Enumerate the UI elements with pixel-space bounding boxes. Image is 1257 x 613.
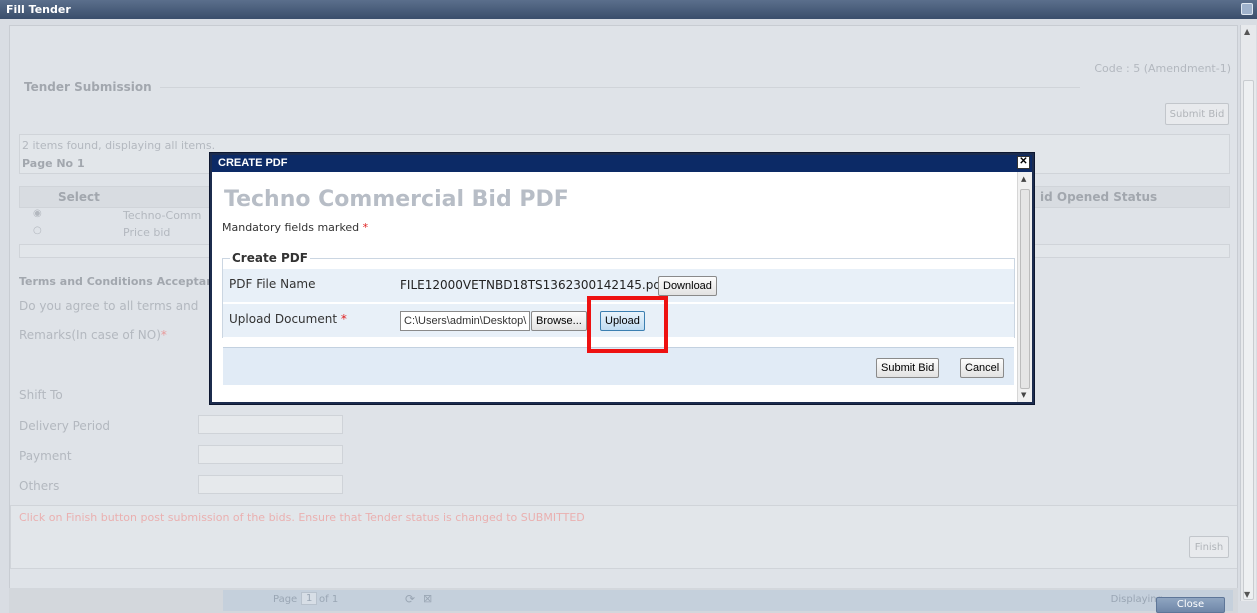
pager: Page 1 of 1 ⟳ ⊠ Displaying <box>223 590 1233 611</box>
pager-page-label: Page <box>273 594 298 605</box>
pdf-file-value: FILE12000VETNBD18TS1362300142145.pdf <box>400 278 666 292</box>
submit-bid-button[interactable]: Submit Bid <box>876 358 940 378</box>
finish-button[interactable]: Finish <box>1189 536 1229 558</box>
fieldset-legend: Create PDF <box>230 251 310 265</box>
others-label: Others <box>19 479 60 493</box>
scroll-down-icon[interactable]: ▼ <box>1244 590 1250 599</box>
window-title: Fill Tender <box>6 3 71 16</box>
dialog-scroll-thumb[interactable] <box>1020 189 1030 389</box>
dialog-title: CREATE PDF <box>218 157 288 169</box>
refresh-icon[interactable]: ⟳ <box>405 592 415 606</box>
file-path-input[interactable]: C:\Users\admin\Desktop\ <box>400 311 530 331</box>
table-row: Price bid <box>123 226 171 239</box>
dialog-heading: Techno Commercial Bid PDF <box>224 187 569 212</box>
pdf-file-label: PDF File Name <box>229 277 316 291</box>
delivery-period-input[interactable] <box>198 415 343 434</box>
others-input[interactable] <box>198 475 343 494</box>
page-number: Page No 1 <box>22 157 85 170</box>
window-close-button[interactable]: Close <box>1156 597 1225 613</box>
bottom-bar: Page 1 of 1 ⟳ ⊠ Displaying <box>9 588 1238 613</box>
col-bid-opened-status: id Opened Status <box>1040 190 1158 204</box>
scroll-up-icon[interactable]: ▲ <box>1244 27 1250 36</box>
download-button[interactable]: Download <box>658 276 717 296</box>
scroll-thumb[interactable] <box>1243 80 1254 600</box>
pager-of-label: of 1 <box>319 594 339 605</box>
window-menu-icon[interactable] <box>1241 3 1253 15</box>
pager-page-input[interactable]: 1 <box>301 592 318 605</box>
mandatory-note: Mandatory fields marked * <box>222 221 369 234</box>
payment-label: Payment <box>19 449 72 463</box>
row-radio-2[interactable]: ○ <box>33 225 42 236</box>
section-divider <box>160 87 1080 88</box>
terms-question: Do you agree to all terms and <box>19 299 199 313</box>
export-icon[interactable]: ⊠ <box>423 592 432 605</box>
payment-input[interactable] <box>198 445 343 464</box>
col-select: Select <box>58 190 100 204</box>
dialog-title-bar: CREATE PDF ✕ <box>212 155 1032 172</box>
dialog-scroll-up-icon[interactable]: ▲ <box>1021 175 1026 183</box>
cancel-button[interactable]: Cancel <box>960 358 1005 378</box>
terms-title: Terms and Conditions Acceptan <box>19 275 215 288</box>
dialog-scroll-down-icon[interactable]: ▼ <box>1021 391 1026 399</box>
close-icon[interactable]: ✕ <box>1017 156 1030 169</box>
table-row: Techno-Comm <box>123 209 202 222</box>
tender-code: Code : 5 (Amendment-1) <box>1094 62 1231 75</box>
bg-submit-bid-button[interactable]: Submit Bid <box>1165 103 1229 125</box>
upload-document-label: Upload Document * <box>229 312 347 326</box>
create-pdf-dialog: CREATE PDF ✕ Techno Commercial Bid PDF M… <box>210 153 1034 404</box>
items-found-text: 2 items found, displaying all items. <box>22 139 216 152</box>
remarks-label: Remarks(In case of NO)* <box>19 328 167 342</box>
finish-note: Click on Finish button post submission o… <box>19 511 585 524</box>
delivery-period-label: Delivery Period <box>19 419 111 433</box>
section-title: Tender Submission <box>24 80 152 94</box>
window-title-bar: Fill Tender <box>0 0 1257 19</box>
browse-button[interactable]: Browse... <box>531 311 587 331</box>
row-radio-1[interactable]: ◉ <box>33 208 42 219</box>
dialog-scrollbar[interactable]: ▲ ▼ <box>1017 172 1032 402</box>
shift-to-label: Shift To <box>19 388 63 402</box>
page-scrollbar[interactable]: ▲ ▼ <box>1240 25 1256 601</box>
upload-highlight-box <box>587 296 668 353</box>
